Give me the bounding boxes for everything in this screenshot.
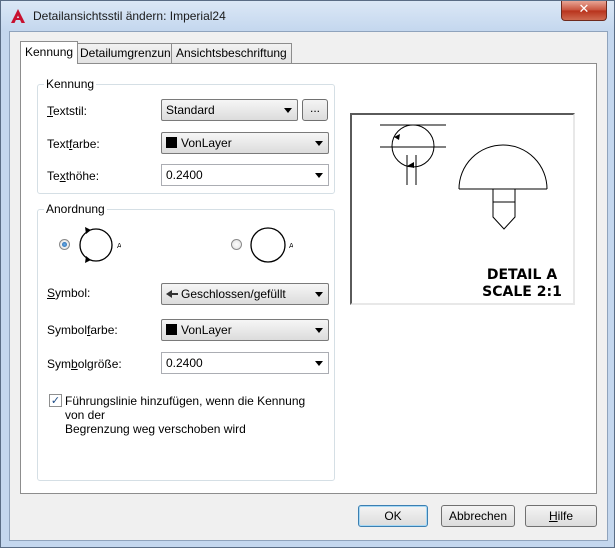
ok-button-label: OK: [384, 509, 402, 523]
textfarbe-label: Textfarbe:: [47, 137, 100, 151]
close-button[interactable]: ✕: [561, 1, 607, 21]
cancel-button-label: Abbrechen: [448, 509, 508, 523]
symbolfarbe-label: Symbolfarbe:: [47, 323, 118, 337]
leader-line-checkbox[interactable]: ✓: [49, 394, 62, 407]
autocad-app-icon: [11, 9, 25, 23]
symbol-label: Symbol:: [47, 286, 91, 300]
tab-label: Detailumgrenzung: [80, 46, 178, 60]
cancel-button[interactable]: Abbrechen: [441, 505, 515, 527]
textfarbe-dropdown[interactable]: VonLayer: [161, 132, 329, 154]
textstil-dropdown[interactable]: Standard: [161, 99, 298, 121]
arrangement-option-2-radio[interactable]: [231, 239, 242, 250]
chevron-down-icon: [315, 141, 323, 146]
detail-preview-pane: DETAIL A SCALE 2:1: [350, 113, 575, 305]
texthoehe-value: 0.2400: [166, 168, 203, 182]
ok-button[interactable]: OK: [358, 505, 428, 527]
arrangement-option-1-radio[interactable]: [59, 239, 70, 250]
texthoehe-combobox[interactable]: 0.2400: [161, 164, 329, 186]
chevron-down-icon: [315, 328, 323, 333]
symbolfarbe-dropdown[interactable]: VonLayer: [161, 319, 329, 341]
chevron-down-icon: [284, 108, 292, 113]
dialog-client-area: Kennung Detailumgrenzung Ansichtsbeschri…: [9, 31, 608, 541]
group-kennung-label: Kennung: [44, 77, 97, 91]
group-anordnung-label: Anordnung: [44, 202, 107, 216]
option-1-letter: A: [117, 242, 121, 250]
help-button-label: Hilfe: [548, 509, 573, 523]
textstil-label: Textstil:: [47, 104, 88, 118]
chevron-down-icon: [315, 292, 323, 297]
preview-caption: DETAIL A SCALE 2:1: [482, 267, 562, 300]
leader-line-label: Führungslinie hinzufügen, wenn die Kennu…: [65, 394, 306, 436]
circle-symbol-preview-icon: A: [250, 227, 293, 263]
symbol-value: Geschlossen/gefüllt: [181, 287, 286, 301]
symbolgroesse-value: 0.2400: [166, 356, 203, 370]
color-swatch: [166, 324, 177, 335]
symbolgroesse-label: Symbolgröße:: [47, 357, 122, 371]
tab-kennung[interactable]: Kennung: [20, 41, 79, 64]
closed-filled-arrow-icon: [166, 290, 178, 298]
tab-label: Kennung: [25, 45, 74, 59]
arrow-symbol-preview-icon: A: [79, 227, 121, 263]
chevron-down-icon: [315, 173, 323, 178]
close-icon: ✕: [578, 2, 590, 17]
symbolgroesse-combobox[interactable]: 0.2400: [161, 352, 329, 374]
tab-detailumgrenzung[interactable]: Detailumgrenzung: [75, 43, 183, 63]
textfarbe-value: VonLayer: [181, 136, 232, 150]
option-2-letter: A: [289, 242, 293, 250]
tab-label: Ansichtsbeschriftung: [176, 46, 287, 60]
tab-panel-kennung: Kennung Textstil: Standard ... Textfarbe…: [20, 63, 597, 494]
textstil-browse-button[interactable]: ...: [302, 99, 328, 121]
dialog-window: Detailansichtsstil ändern: Imperial24 ✕ …: [0, 0, 615, 548]
checkmark-icon: ✓: [50, 394, 61, 407]
help-button[interactable]: Hilfe: [525, 505, 597, 527]
symbolfarbe-value: VonLayer: [181, 323, 232, 337]
window-title: Detailansichtsstil ändern: Imperial24: [33, 9, 226, 23]
chevron-down-icon: [315, 361, 323, 366]
tab-ansichtsbeschriftung[interactable]: Ansichtsbeschriftung: [171, 43, 292, 63]
symbol-dropdown[interactable]: Geschlossen/gefüllt: [161, 283, 329, 305]
color-swatch: [166, 137, 177, 148]
texthoehe-label: Texthöhe:: [47, 169, 100, 183]
title-bar[interactable]: Detailansichtsstil ändern: Imperial24 ✕: [1, 1, 614, 31]
browse-label: ...: [309, 101, 320, 115]
textstil-value: Standard: [166, 103, 215, 117]
